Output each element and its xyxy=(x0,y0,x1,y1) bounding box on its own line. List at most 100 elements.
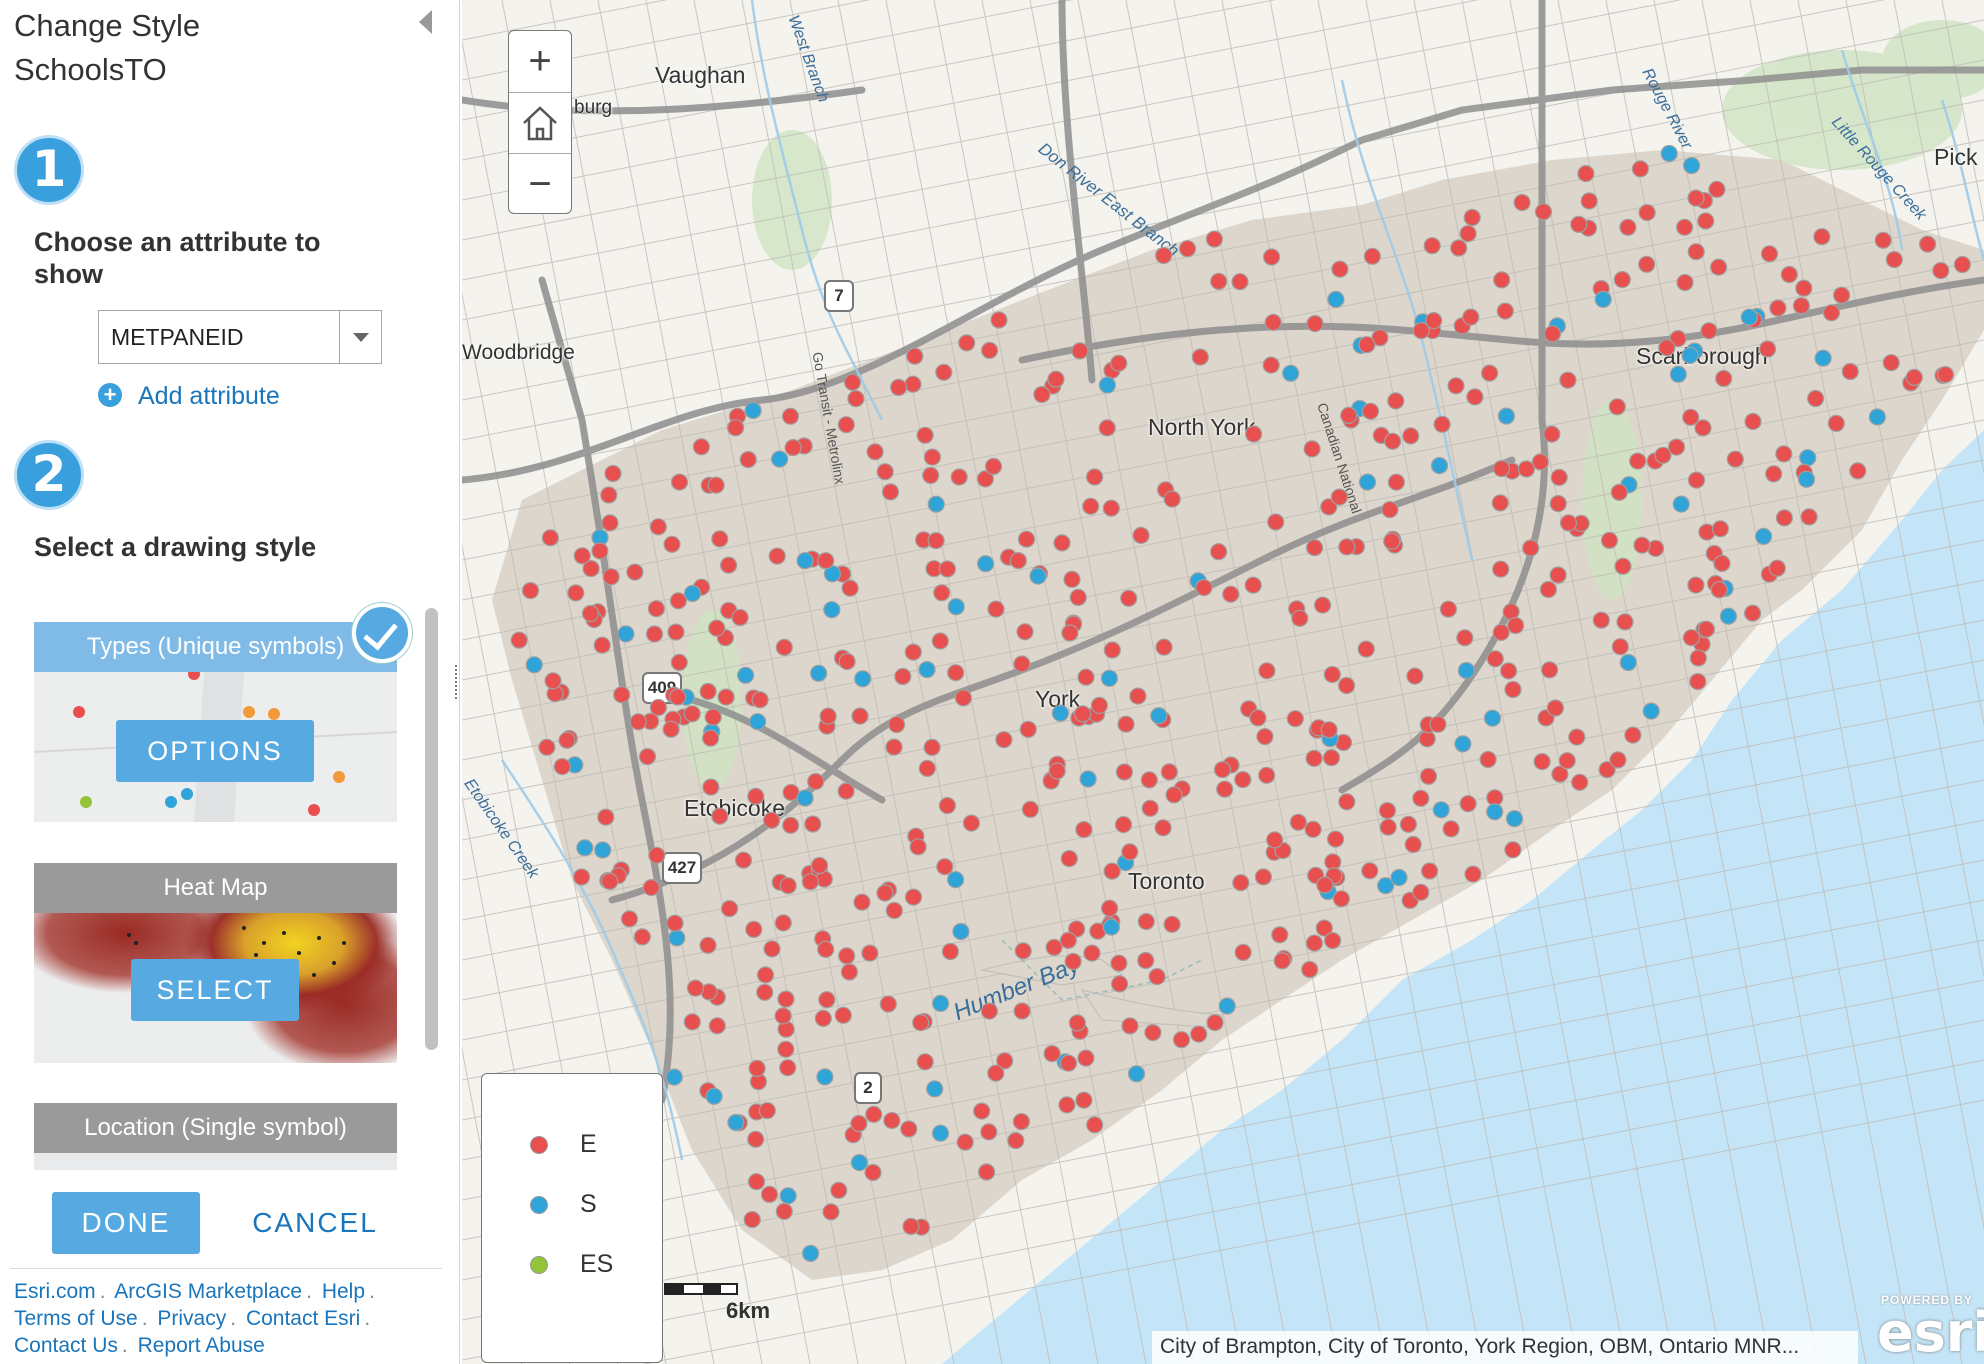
school-point-s[interactable] xyxy=(1660,144,1678,163)
school-point-e[interactable] xyxy=(987,1064,1005,1082)
school-point-e[interactable] xyxy=(1058,1096,1076,1114)
school-point-s[interactable] xyxy=(1127,1065,1146,1083)
school-point-e[interactable] xyxy=(1592,611,1610,629)
cancel-button[interactable]: CANCEL xyxy=(250,1192,380,1254)
school-point-e[interactable] xyxy=(1060,849,1078,868)
school-point-e[interactable] xyxy=(1121,1017,1139,1035)
school-point-e[interactable] xyxy=(1103,641,1121,659)
school-point-e[interactable] xyxy=(1792,297,1811,315)
school-point-e[interactable] xyxy=(980,341,999,359)
school-point-e[interactable] xyxy=(987,600,1005,618)
school-point-e[interactable] xyxy=(1769,299,1787,317)
school-point-e[interactable] xyxy=(1580,192,1598,210)
school-point-e[interactable] xyxy=(1206,1013,1224,1032)
school-point-s[interactable] xyxy=(1432,801,1450,819)
school-point-e[interactable] xyxy=(1305,749,1323,768)
school-point-e[interactable] xyxy=(734,851,753,869)
school-point-e[interactable] xyxy=(1613,271,1631,289)
school-point-e[interactable] xyxy=(717,688,735,706)
school-point-e[interactable] xyxy=(1522,539,1540,557)
school-point-e[interactable] xyxy=(1709,258,1728,276)
school-point-s[interactable] xyxy=(1430,457,1449,475)
school-point-e[interactable] xyxy=(667,623,685,641)
school-point-e[interactable] xyxy=(819,707,837,725)
school-point-e[interactable] xyxy=(1550,468,1568,486)
school-point-e[interactable] xyxy=(704,708,722,726)
school-point-s[interactable] xyxy=(1454,735,1472,753)
school-point-e[interactable] xyxy=(1289,813,1307,831)
school-point-e[interactable] xyxy=(954,689,972,707)
school-point-e[interactable] xyxy=(1190,1025,1208,1043)
school-point-e[interactable] xyxy=(784,439,802,457)
school-point-e[interactable] xyxy=(521,581,540,600)
school-point-s[interactable] xyxy=(926,1080,944,1098)
school-point-e[interactable] xyxy=(900,1120,918,1138)
school-point-e[interactable] xyxy=(602,568,620,586)
school-point-e[interactable] xyxy=(1019,720,1037,739)
school-point-e[interactable] xyxy=(642,878,660,897)
add-attribute-link[interactable]: + Add attribute xyxy=(98,382,280,411)
school-point-e[interactable] xyxy=(1073,705,1092,723)
school-point-e[interactable] xyxy=(1571,773,1589,791)
school-point-e[interactable] xyxy=(995,731,1013,749)
school-point-e[interactable] xyxy=(1357,640,1375,658)
done-button[interactable]: DONE xyxy=(52,1192,200,1254)
school-point-e[interactable] xyxy=(817,940,835,959)
school-point-e[interactable] xyxy=(1338,793,1356,811)
school-point-e[interactable] xyxy=(1697,212,1715,230)
school-point-e[interactable] xyxy=(683,1013,701,1031)
school-point-e[interactable] xyxy=(962,814,980,832)
school-point-e[interactable] xyxy=(1059,931,1077,950)
school-point-s[interactable] xyxy=(1102,918,1121,936)
school-point-e[interactable] xyxy=(613,686,631,704)
school-point-e[interactable] xyxy=(581,604,600,623)
school-point-e[interactable] xyxy=(1063,570,1081,589)
school-point-e[interactable] xyxy=(1795,279,1813,297)
school-point-s[interactable] xyxy=(1754,527,1773,546)
school-point-e[interactable] xyxy=(727,419,745,437)
school-point-e[interactable] xyxy=(1195,578,1213,597)
school-point-e[interactable] xyxy=(1163,490,1181,508)
school-point-e[interactable] xyxy=(544,672,562,690)
school-point-e[interactable] xyxy=(1155,246,1173,265)
school-point-e[interactable] xyxy=(1115,763,1134,781)
school-point-e[interactable] xyxy=(1459,225,1477,243)
school-point-e[interactable] xyxy=(830,1181,848,1200)
school-point-e[interactable] xyxy=(1412,322,1430,340)
school-point-s[interactable] xyxy=(850,1153,868,1172)
school-point-e[interactable] xyxy=(1697,620,1716,638)
school-point-e[interactable] xyxy=(876,463,894,481)
school-point-s[interactable] xyxy=(576,839,594,857)
school-point-e[interactable] xyxy=(817,552,835,570)
school-point-e[interactable] xyxy=(1682,629,1701,647)
school-point-e[interactable] xyxy=(1404,835,1422,854)
school-point-s[interactable] xyxy=(1672,495,1690,513)
school-point-e[interactable] xyxy=(1442,820,1460,838)
school-point-e[interactable] xyxy=(1549,495,1567,513)
school-point-e[interactable] xyxy=(1117,715,1135,733)
footer-link-marketplace[interactable]: ArcGIS Marketplace xyxy=(114,1280,302,1303)
school-point-e[interactable] xyxy=(912,1013,930,1032)
school-point-e[interactable] xyxy=(756,966,775,984)
school-point-e[interactable] xyxy=(670,653,688,672)
school-point-e[interactable] xyxy=(1813,228,1831,246)
school-point-e[interactable] xyxy=(1456,629,1474,647)
school-point-e[interactable] xyxy=(1075,1091,1093,1109)
school-point-e[interactable] xyxy=(541,529,560,547)
school-point-e[interactable] xyxy=(1209,543,1228,561)
school-point-e[interactable] xyxy=(1559,514,1578,532)
school-point-e[interactable] xyxy=(947,664,965,682)
school-point-e[interactable] xyxy=(1103,862,1121,880)
school-point-e[interactable] xyxy=(1086,1116,1104,1134)
school-point-e[interactable] xyxy=(1085,468,1104,486)
school-point-s[interactable] xyxy=(1051,704,1070,722)
school-point-e[interactable] xyxy=(1163,915,1181,933)
school-point-e[interactable] xyxy=(1323,931,1342,950)
school-point-e[interactable] xyxy=(748,1059,766,1078)
school-point-e[interactable] xyxy=(1053,534,1071,552)
school-point-e[interactable] xyxy=(888,715,906,734)
chevron-down-icon[interactable] xyxy=(339,311,381,363)
school-point-s[interactable] xyxy=(1868,408,1887,426)
school-point-e[interactable] xyxy=(1271,926,1289,944)
school-point-e[interactable] xyxy=(1077,668,1095,686)
